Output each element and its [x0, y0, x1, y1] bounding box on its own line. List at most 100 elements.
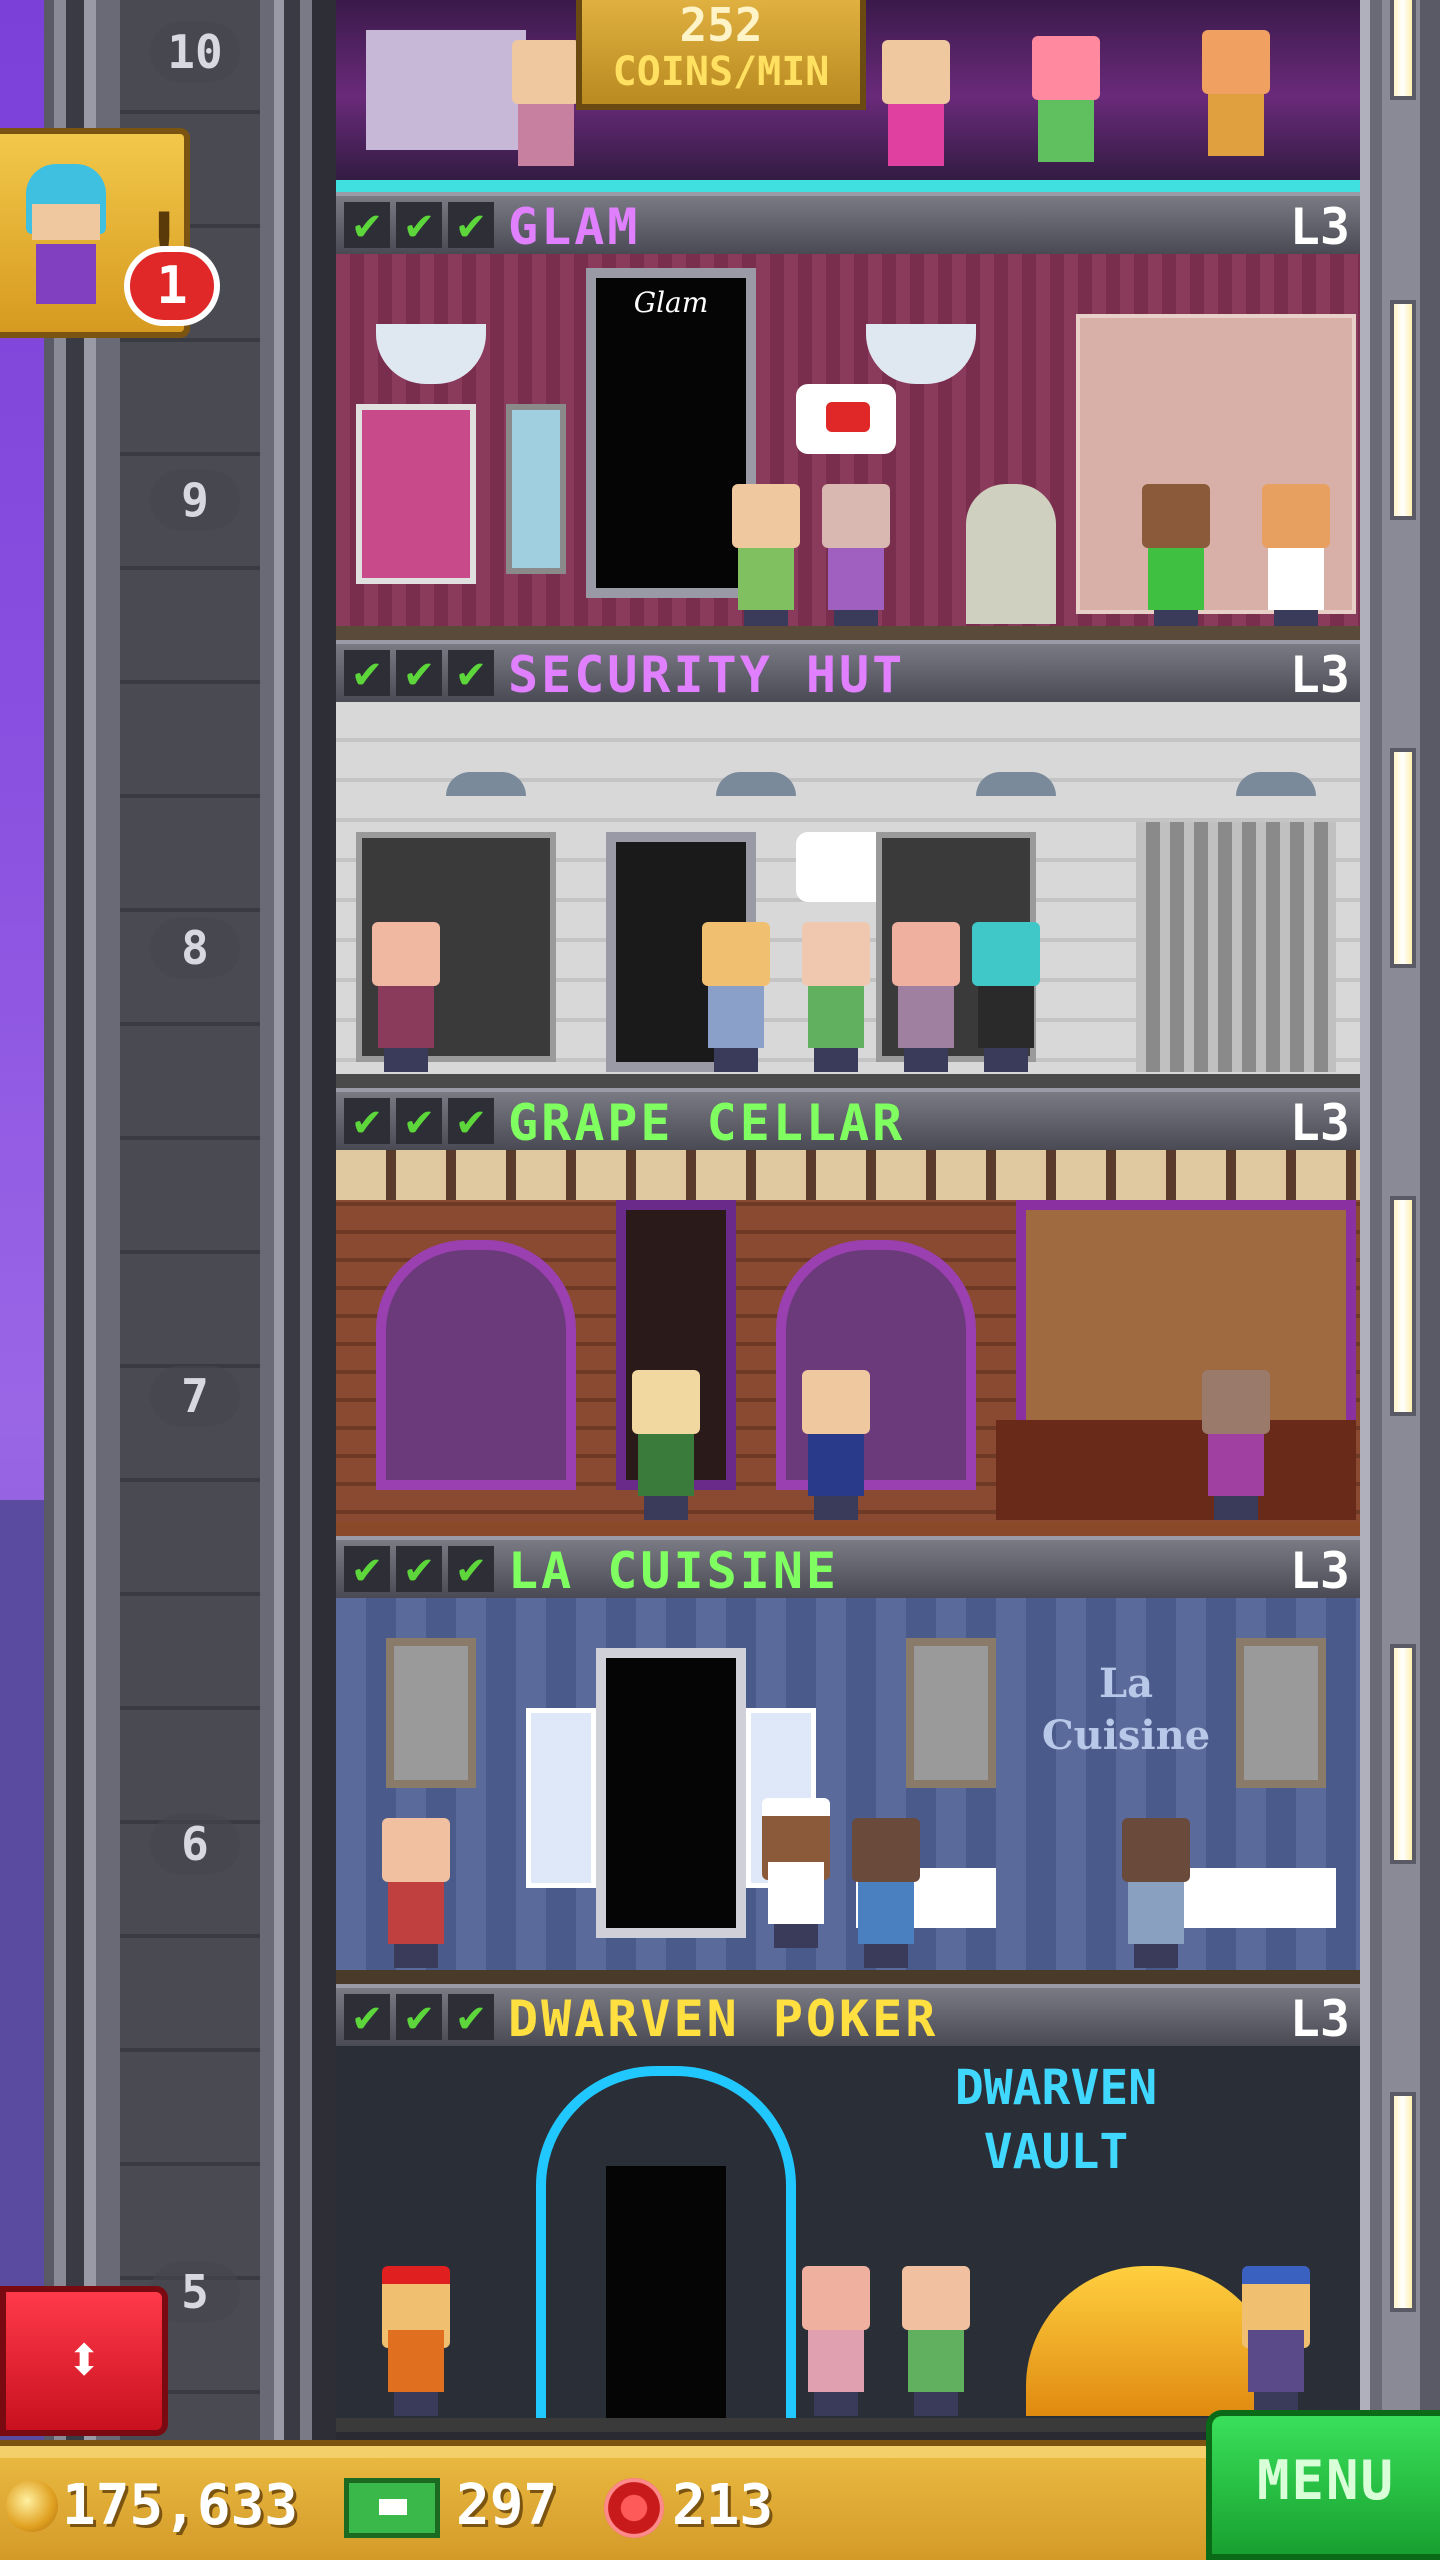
mirror: [506, 404, 566, 574]
resident[interactable]: [626, 1370, 706, 1520]
check-icon: ✔: [396, 1098, 442, 1144]
dwarf[interactable]: [1236, 2266, 1316, 2416]
dwarven-poker-room[interactable]: DWARVEN VAULT: [336, 2046, 1360, 2432]
chandelier: [376, 324, 486, 384]
ceiling-lamp: [1236, 772, 1316, 796]
elevator-rail-left: [44, 0, 120, 2440]
resident[interactable]: [726, 484, 806, 634]
floor-number-10: 10: [150, 22, 240, 82]
window-shutter: [526, 1708, 596, 1888]
restaurant-door[interactable]: [596, 1648, 746, 1938]
stock-checks: ✔ ✔ ✔: [344, 650, 494, 696]
stock-checks: ✔ ✔ ✔: [344, 1546, 494, 1592]
check-icon: ✔: [448, 1098, 494, 1144]
room-floor: [336, 1074, 1360, 1088]
tower-window: [1390, 1196, 1416, 1416]
glam-sign: Glam: [633, 286, 709, 319]
notification-badge: 1: [124, 246, 220, 326]
ceiling-beams: [336, 1150, 1360, 1200]
chandelier: [866, 324, 976, 384]
check-icon: ✔: [448, 1994, 494, 2040]
resident[interactable]: [886, 922, 966, 1072]
floor-number-9: 9: [150, 470, 240, 530]
resident[interactable]: [376, 1818, 456, 1968]
resident[interactable]: [1136, 484, 1216, 634]
check-icon: ✔: [344, 1098, 390, 1144]
grape-cellar-room[interactable]: [336, 1150, 1360, 1536]
chef[interactable]: [756, 1798, 836, 1948]
glam-room[interactable]: Glam: [336, 254, 1360, 640]
resident[interactable]: [846, 1818, 926, 1968]
floor-level: L3: [1289, 1094, 1350, 1152]
tower-window: [1390, 300, 1416, 520]
dwarf[interactable]: [376, 2266, 456, 2416]
resident[interactable]: [896, 2266, 976, 2416]
floor-label-bar: ✔ ✔ ✔ DWARVEN POKER L3: [336, 1984, 1360, 2046]
tower-bux-icon: [344, 2478, 440, 2538]
floor-level: L3: [1289, 1542, 1350, 1600]
coins-value: 175,633: [62, 2473, 299, 2538]
check-icon: ✔: [344, 202, 390, 248]
dwarven-vault-sign: DWARVEN VAULT: [954, 2060, 1158, 2180]
menu-button[interactable]: MENU: [1206, 2410, 1440, 2560]
tower-window: [1390, 0, 1416, 100]
floor-title: DWARVEN POKER: [508, 1990, 939, 2048]
elevator-button[interactable]: ⬍: [0, 2286, 168, 2436]
resident[interactable]: [876, 40, 956, 190]
resident[interactable]: [1116, 1818, 1196, 1968]
check-icon: ✔: [396, 1546, 442, 1592]
resident[interactable]: [816, 484, 896, 634]
resident[interactable]: [1196, 30, 1276, 180]
resident[interactable]: [1026, 36, 1106, 186]
la-cuisine-sign: La Cuisine: [1041, 1660, 1211, 1759]
resident[interactable]: [796, 2266, 876, 2416]
coins-per-minute-value: 252: [679, 0, 763, 52]
disco-floor: [336, 180, 1360, 192]
check-icon: ✔: [448, 1546, 494, 1592]
ceiling-lamp: [976, 772, 1056, 796]
security-guard[interactable]: [696, 922, 776, 1072]
resident[interactable]: [796, 922, 876, 1072]
stock-checks: ✔ ✔ ✔: [344, 1098, 494, 1144]
resident[interactable]: [966, 922, 1046, 1072]
shoe-icon: [826, 402, 870, 432]
floor-label-bar: ✔ ✔ ✔ GRAPE CELLAR L3: [336, 1088, 1360, 1150]
tower-window: [1390, 2092, 1416, 2312]
check-icon: ✔: [448, 202, 494, 248]
floor-number-6: 6: [150, 1814, 240, 1874]
elevator-shaft[interactable]: [120, 0, 260, 2440]
coin-icon: [6, 2480, 58, 2532]
stock-checks: ✔ ✔ ✔: [344, 1994, 494, 2040]
floor-10-room[interactable]: 252 COINS/MIN: [336, 0, 1360, 192]
wine-rack-alcove: [376, 1240, 576, 1490]
resident[interactable]: [1256, 484, 1336, 634]
clothing-rack: [356, 404, 476, 584]
floor-label-bar: ✔ ✔ ✔ SECURITY HUT L3: [336, 640, 1360, 702]
resident[interactable]: [796, 1370, 876, 1520]
coins-per-minute-unit: COINS/MIN: [612, 49, 830, 95]
elevator-rail-right: [260, 0, 336, 2440]
floor-title: LA CUISINE: [508, 1542, 840, 1600]
floor-title: GRAPE CELLAR: [508, 1094, 906, 1152]
resident[interactable]: [366, 922, 446, 1072]
la-cuisine-room[interactable]: La Cuisine: [336, 1598, 1360, 1984]
up-down-arrows-icon: ⬍: [64, 2323, 104, 2397]
room-floor: [336, 1970, 1360, 1984]
room-floor: [336, 626, 1360, 640]
floor-title: SECURITY HUT: [508, 646, 906, 704]
resident[interactable]: [506, 40, 586, 190]
check-icon: ✔: [344, 1546, 390, 1592]
security-room[interactable]: [336, 702, 1360, 1088]
stock-checks: ✔ ✔ ✔: [344, 202, 494, 248]
visitor-notification[interactable]: ! 1: [0, 128, 220, 338]
salon-dryer: [966, 484, 1056, 624]
floor-level: L3: [1289, 198, 1350, 256]
wall-painting: [906, 1638, 996, 1788]
jail-cell: [1136, 822, 1336, 1072]
check-icon: ✔: [344, 1994, 390, 2040]
tower-window: [1390, 748, 1416, 968]
resident[interactable]: [1196, 1370, 1276, 1520]
poker-chip-icon: [604, 2478, 664, 2538]
vault-door[interactable]: [606, 2166, 726, 2432]
ceiling-lamp: [716, 772, 796, 796]
